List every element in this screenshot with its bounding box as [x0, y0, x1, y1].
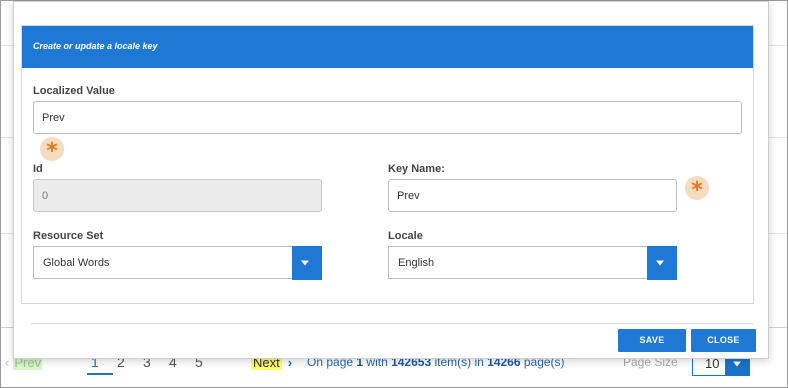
background-divider: [769, 45, 787, 46]
localized-value-label: Localized Value: [33, 85, 115, 97]
save-button[interactable]: SAVE: [618, 329, 686, 352]
background-divider: [769, 233, 787, 234]
background-divider: [1, 137, 13, 138]
caret-down-icon: [301, 260, 309, 266]
form-panel: Create or update a locale key Localized …: [21, 25, 754, 304]
background-divider: [1, 233, 13, 234]
locale-key-dialog: Create or update a locale key Localized …: [13, 1, 769, 359]
required-asterisk-icon: *: [685, 176, 709, 203]
background-divider: [1, 45, 13, 46]
id-label: Id: [33, 163, 43, 175]
dialog-title: Create or update a locale key: [33, 41, 158, 51]
resource-set-label: Resource Set: [33, 230, 104, 242]
id-input: 0: [33, 179, 322, 212]
app-frame: ‹ Prev 1 2 3 4 5 Next › On page 1 with 142…: [0, 0, 788, 388]
key-name-label: Key Name:: [388, 163, 445, 175]
background-divider: [769, 137, 787, 138]
resource-set-select[interactable]: Global Words: [33, 246, 322, 280]
id-value: 0: [42, 189, 49, 202]
close-button[interactable]: CLOSE: [691, 329, 756, 352]
locale-dropdown-button[interactable]: [647, 246, 677, 280]
chevron-left-icon: ‹: [5, 355, 10, 370]
key-name-input[interactable]: Prev: [388, 179, 677, 212]
key-name-value: Prev: [397, 189, 420, 202]
dialog-header: Create or update a locale key: [22, 26, 753, 68]
localized-value-text: Prev: [42, 111, 65, 124]
locale-value: English: [398, 256, 435, 269]
resource-set-dropdown-button[interactable]: [292, 246, 322, 280]
resource-set-value: Global Words: [43, 256, 110, 269]
locale-select[interactable]: English: [388, 246, 677, 280]
localized-value-input[interactable]: Prev: [33, 101, 742, 134]
caret-down-icon: [656, 260, 664, 266]
required-asterisk-icon: *: [40, 137, 64, 164]
caret-down-icon: [733, 361, 741, 367]
locale-label: Locale: [388, 230, 423, 242]
dialog-footer-divider: [31, 323, 753, 324]
